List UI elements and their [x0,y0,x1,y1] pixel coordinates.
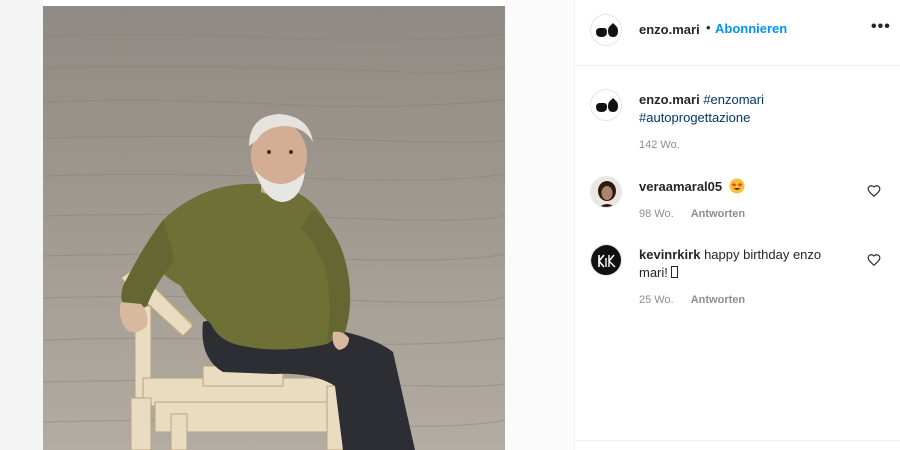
comment-username[interactable]: veraamaral05 [639,179,722,194]
gutter-backdrop [504,0,574,450]
comment-text: veraamaral05 [639,178,839,196]
two-vessels-logo-icon [596,98,618,112]
post-sidebar: enzo.mari • Abonnieren ••• enzo.mari #en… [574,0,900,450]
comment-time[interactable]: 98 Wo. [639,208,674,220]
caption-time[interactable]: 142 Wo. [639,139,680,151]
comment-meta: 98 Wo. Antworten [639,208,745,220]
caption-username[interactable]: enzo.mari [639,92,700,107]
comment-meta: 25 Wo. Antworten [639,294,745,306]
comment-time[interactable]: 25 Wo. [639,294,674,306]
missing-glyph-box-icon [670,266,678,278]
post-photo[interactable] [43,6,505,450]
reply-button[interactable]: Antworten [691,208,745,220]
comment-text: kevinrkirk happy birthday enzo mari! [639,246,839,282]
commenter-avatar[interactable] [590,176,622,208]
hashtag-link[interactable]: #autoprogettazione [639,110,750,125]
caption-timestamp: 142 Wo. [639,139,680,151]
author-avatar[interactable] [590,14,622,46]
like-heart-icon[interactable] [867,253,881,267]
like-heart-icon[interactable] [867,184,881,198]
two-vessels-logo-icon [596,23,618,37]
star-struck-emoji-icon [729,178,745,194]
header-separator: • [706,20,711,35]
reply-button[interactable]: Antworten [691,294,745,306]
comment-username[interactable]: kevinrkirk [639,247,700,262]
post-header: enzo.mari • Abonnieren ••• [575,0,900,66]
caption-avatar[interactable] [590,89,622,121]
left-backdrop [0,0,43,450]
author-username[interactable]: enzo.mari [639,22,700,37]
caption-text: enzo.mari #enzomari #autoprogettazione [639,91,839,127]
kirk-logo-avatar-image [591,245,621,275]
hashtag-link[interactable]: #enzomari [703,92,764,107]
follow-button[interactable]: Abonnieren [715,21,787,36]
portrait-avatar-image [591,177,621,207]
more-options-icon[interactable]: ••• [871,18,891,36]
divider [575,440,900,441]
commenter-avatar[interactable] [590,244,622,276]
